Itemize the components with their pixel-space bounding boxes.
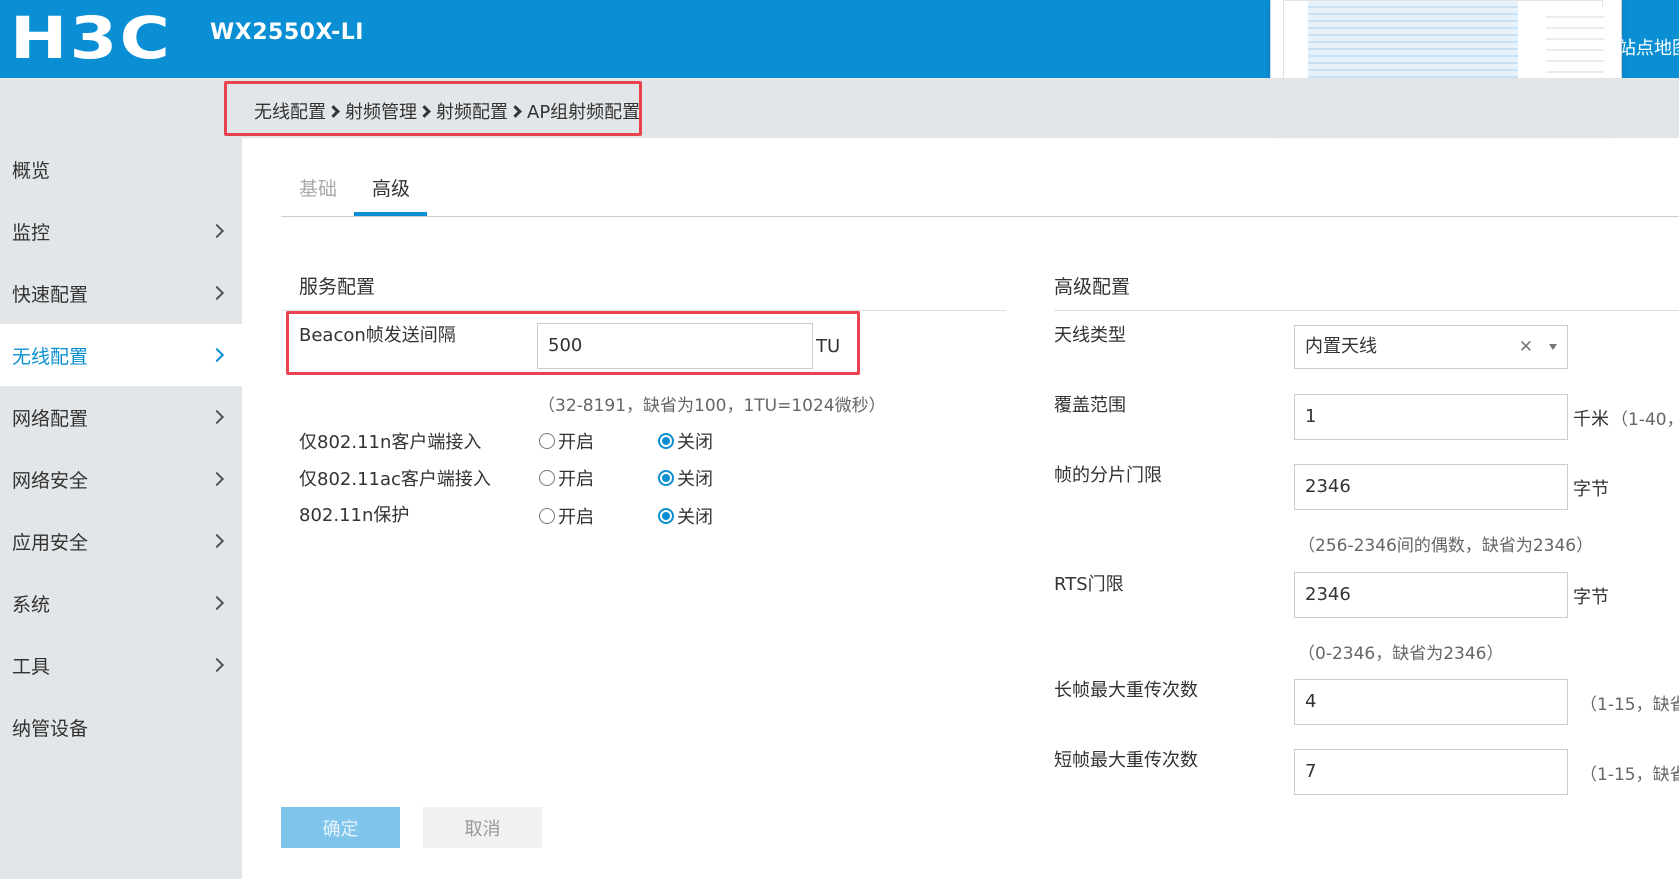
chevron-right-icon: [209, 533, 225, 549]
dropdown-arrow-icon[interactable]: [1549, 344, 1557, 350]
sidebar-item-wireless-config[interactable]: 无线配置: [0, 324, 242, 386]
rts-threshold-label: RTS门限: [1054, 574, 1124, 595]
sidebar-item-tools[interactable]: 工具: [0, 634, 242, 696]
radio-checked-icon: [658, 508, 674, 524]
only-11n-label: 仅802.11n客户端接入: [299, 432, 482, 453]
rts-range-hint: （0-2346，缺省为2346）: [1298, 644, 1504, 664]
antenna-type-select[interactable]: 内置天线 ✕: [1294, 325, 1568, 369]
fragment-range-hint: （256-2346间的偶数，缺省为2346）: [1298, 536, 1594, 556]
sidebar: 概览 监控 快速配置 无线配置 网络配置 网络安全 应用安全 系统 工具 纳管设…: [0, 138, 242, 879]
short-retry-range-hint: （1-15，缺省: [1580, 765, 1679, 785]
short-retry-label: 短帧最大重传次数: [1054, 750, 1198, 771]
sidebar-item-network-security[interactable]: 网络安全: [0, 448, 242, 510]
chevron-right-icon: [209, 595, 225, 611]
antenna-type-label: 天线类型: [1054, 325, 1126, 346]
sidebar-item-app-security[interactable]: 应用安全: [0, 510, 242, 572]
fragment-unit: 字节: [1573, 479, 1609, 500]
chevron-right-icon: [209, 347, 225, 363]
only-11ac-label: 仅802.11ac客户端接入: [299, 469, 491, 490]
chevron-right-icon: [509, 104, 522, 118]
coverage-range-hint: （1-40，: [1611, 410, 1679, 430]
cancel-button[interactable]: 取消: [423, 807, 542, 848]
tab-advanced[interactable]: 高级: [372, 174, 410, 201]
coverage-input[interactable]: 1: [1294, 394, 1568, 440]
long-retry-range-hint: （1-15，缺省: [1580, 695, 1679, 715]
radio-icon: [539, 508, 555, 524]
sidebar-item-monitor[interactable]: 监控: [0, 200, 242, 262]
short-retry-input[interactable]: 7: [1294, 749, 1568, 795]
sidebar-item-overview[interactable]: 概览: [0, 138, 242, 200]
breadcrumb: 无线配置 射频管理 射频配置 AP组射频配置: [254, 98, 640, 124]
long-retry-input[interactable]: 4: [1294, 679, 1568, 725]
only-11ac-on-radio[interactable]: 开启: [539, 465, 594, 491]
rts-threshold-input[interactable]: 2346: [1294, 572, 1568, 618]
breadcrumb-item[interactable]: 射频管理: [345, 98, 417, 124]
beacon-range-hint: （32-8191，缺省为100，1TU=1024微秒）: [538, 396, 886, 416]
chevron-right-icon: [209, 409, 225, 425]
radio-checked-icon: [658, 433, 674, 449]
h3c-logo: H3C: [10, 4, 173, 72]
sidebar-item-managed-devices[interactable]: 纳管设备: [0, 696, 242, 758]
11n-protection-label: 802.11n保护: [299, 505, 410, 526]
coverage-unit: 千米: [1573, 409, 1609, 430]
beacon-interval-input[interactable]: 500: [537, 323, 813, 369]
device-model: WX2550X-LI: [210, 20, 364, 45]
sitemap-link[interactable]: 站点地图: [1618, 34, 1679, 60]
chevron-right-icon: [209, 285, 225, 301]
radio-checked-icon: [658, 470, 674, 486]
beacon-unit: TU: [816, 336, 841, 357]
sidebar-item-quick-config[interactable]: 快速配置: [0, 262, 242, 324]
only-11n-on-radio[interactable]: 开启: [539, 428, 594, 454]
only-11ac-off-radio[interactable]: 关闭: [658, 465, 713, 491]
beacon-interval-label: Beacon帧发送间隔: [299, 325, 456, 346]
chevron-right-icon: [209, 223, 225, 239]
tab-divider: [281, 216, 1679, 217]
breadcrumb-item[interactable]: 无线配置: [254, 98, 326, 124]
clear-icon[interactable]: ✕: [1519, 326, 1533, 368]
radio-icon: [539, 470, 555, 486]
11n-protection-off-radio[interactable]: 关闭: [658, 503, 713, 529]
advanced-config-title: 高级配置: [1054, 276, 1131, 298]
confirm-button[interactable]: 确定: [281, 807, 400, 848]
radio-icon: [539, 433, 555, 449]
chevron-right-icon: [327, 104, 340, 118]
section-divider: [1054, 310, 1679, 311]
fragment-threshold-input[interactable]: 2346: [1294, 464, 1568, 510]
breadcrumb-item: AP组射频配置: [527, 102, 641, 123]
11n-protection-on-radio[interactable]: 开启: [539, 503, 594, 529]
fragment-threshold-label: 帧的分片门限: [1054, 465, 1162, 486]
coverage-label: 覆盖范围: [1054, 395, 1126, 416]
breadcrumb-item[interactable]: 射频配置: [436, 98, 508, 124]
long-retry-label: 长帧最大重传次数: [1054, 680, 1198, 701]
only-11n-off-radio[interactable]: 关闭: [658, 428, 713, 454]
chevron-right-icon: [209, 471, 225, 487]
chevron-right-icon: [418, 104, 431, 118]
tab-basic[interactable]: 基础: [299, 174, 337, 201]
service-config-title: 服务配置: [299, 276, 376, 298]
chevron-right-icon: [209, 657, 225, 673]
sidebar-item-network-config[interactable]: 网络配置: [0, 386, 242, 448]
sidebar-item-system[interactable]: 系统: [0, 572, 242, 634]
rts-unit: 字节: [1573, 587, 1609, 608]
